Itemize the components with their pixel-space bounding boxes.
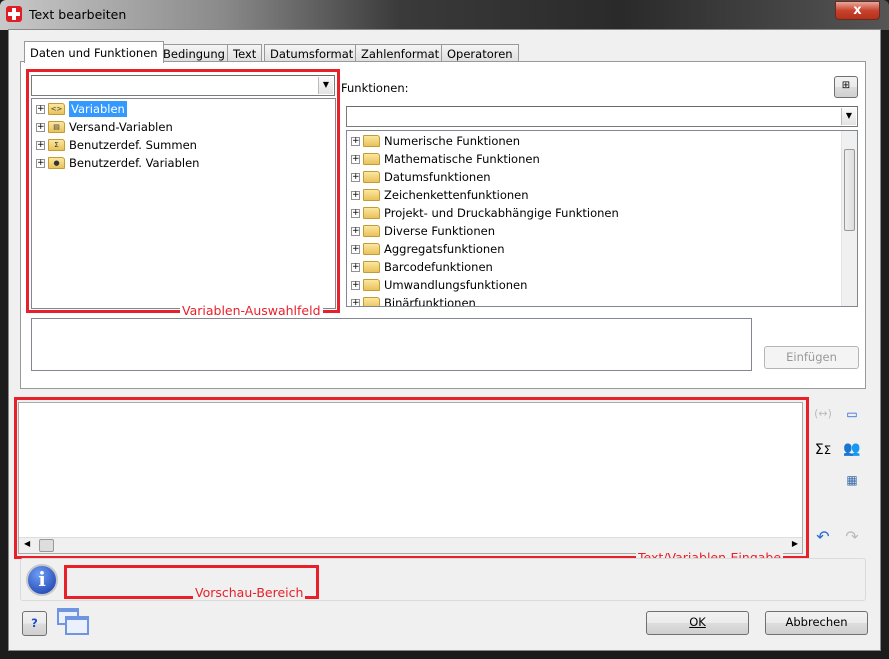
expand-icon[interactable]: + [351,136,360,146]
tree-toggle-icon: ⊞ [841,80,851,91]
ok-button[interactable]: OK [646,611,749,635]
function-category-label: Numerische Funktionen [384,134,521,148]
close-button[interactable]: x [835,1,880,20]
function-category-label: Aggregatsfunktionen [384,242,505,256]
function-category-item[interactable]: + Barcodefunktionen [351,258,493,276]
expand-icon[interactable]: + [351,172,360,182]
preview-annotation-label: Vorschau-Bereich [193,585,306,600]
folder-icon [363,297,380,306]
variables-annotation-frame [26,69,340,313]
cancel-button[interactable]: Abbrechen [765,611,868,635]
folder-icon [363,261,380,273]
folder-icon [363,189,380,201]
table-field-icon[interactable]: ▦ [842,473,862,487]
function-description-box [31,318,752,371]
dropdown-arrow-icon[interactable]: ▼ [841,108,856,125]
folder-icon [363,171,380,183]
function-category-item[interactable]: + Diverse Funktionen [351,222,495,240]
tab-text[interactable]: Text [227,44,263,62]
wrap-icon[interactable]: (↔) [813,407,833,420]
expand-icon[interactable]: + [351,190,360,200]
sum-icon[interactable]: ΣΣ [813,442,833,458]
function-category-label: Binärfunktionen [384,296,476,307]
scrollbar-thumb[interactable] [844,149,855,231]
functions-filter-combo[interactable]: ▼ [346,106,858,127]
function-category-item[interactable]: + Projekt- und Druckabhängige Funktionen [351,204,619,222]
title-bar [0,0,889,30]
tab-zahlenformat[interactable]: Zahlenformat [355,44,446,62]
function-category-item[interactable]: + Binärfunktionen [351,294,476,307]
function-category-label: Zeichenkettenfunktionen [384,188,529,202]
expand-icon[interactable]: + [351,298,360,306]
insert-button[interactable]: Einfügen [764,346,859,369]
function-category-label: Projekt- und Druckabhängige Funktionen [384,206,619,220]
tab-daten-und-funktionen[interactable]: Daten und Funktionen [24,41,164,63]
function-category-label: Barcodefunktionen [384,260,493,274]
function-category-item[interactable]: + Datumsfunktionen [351,168,491,186]
text-input-annotation-frame [14,397,809,559]
folder-icon [363,135,380,147]
expand-icon[interactable]: + [351,154,360,164]
function-category-item[interactable]: + Aggregatsfunktionen [351,240,505,258]
tab-datumsformat[interactable]: Datumsformat [264,44,360,62]
app-icon [6,6,22,22]
user-variables-icon[interactable]: 👥 [842,441,862,457]
function-category-item[interactable]: + Mathematische Funktionen [351,150,540,168]
folder-icon [363,207,380,219]
function-category-label: Diverse Funktionen [384,224,495,238]
functions-scrollbar[interactable] [841,131,857,306]
info-icon: i [26,564,58,596]
window-arrange-icon[interactable] [57,608,90,636]
function-category-label: Mathematische Funktionen [384,152,540,166]
function-category-item[interactable]: + Umwandlungsfunktionen [351,276,527,294]
fixed-width-icon[interactable]: ▭ [842,407,862,421]
expand-icon[interactable]: + [351,280,360,290]
help-icon: ? [31,616,38,630]
ok-label: OK [689,615,706,629]
folder-icon [363,225,380,237]
function-category-label: Umwandlungsfunktionen [384,278,528,292]
window-title: Text bearbeiten [29,7,127,22]
help-button[interactable]: ? [22,611,47,636]
function-category-item[interactable]: + Zeichenkettenfunktionen [351,186,529,204]
undo-icon[interactable]: ↶ [813,527,833,546]
expand-icon[interactable]: + [351,244,360,254]
function-category-item[interactable]: + Numerische Funktionen [351,132,520,150]
folder-icon [363,279,380,291]
variables-annotation-label: Variablen-Auswahlfeld [180,303,323,318]
expand-icon[interactable]: + [351,226,360,236]
expand-icon[interactable]: + [351,208,360,218]
expand-icon[interactable]: + [351,262,360,272]
functions-tree[interactable]: + Numerische Funktionen + Mathematische Fun… [346,130,858,307]
tab-operatoren[interactable]: Operatoren [441,44,519,62]
folder-icon [363,153,380,165]
expand-collapse-toggle-button[interactable]: ⊞ [834,76,858,98]
function-category-label: Datumsfunktionen [384,170,491,184]
folder-icon [363,243,380,255]
functions-label: Funktionen: [341,81,409,95]
tab-bedingung[interactable]: Bedingung [157,44,231,62]
redo-icon[interactable]: ↷ [842,527,862,546]
